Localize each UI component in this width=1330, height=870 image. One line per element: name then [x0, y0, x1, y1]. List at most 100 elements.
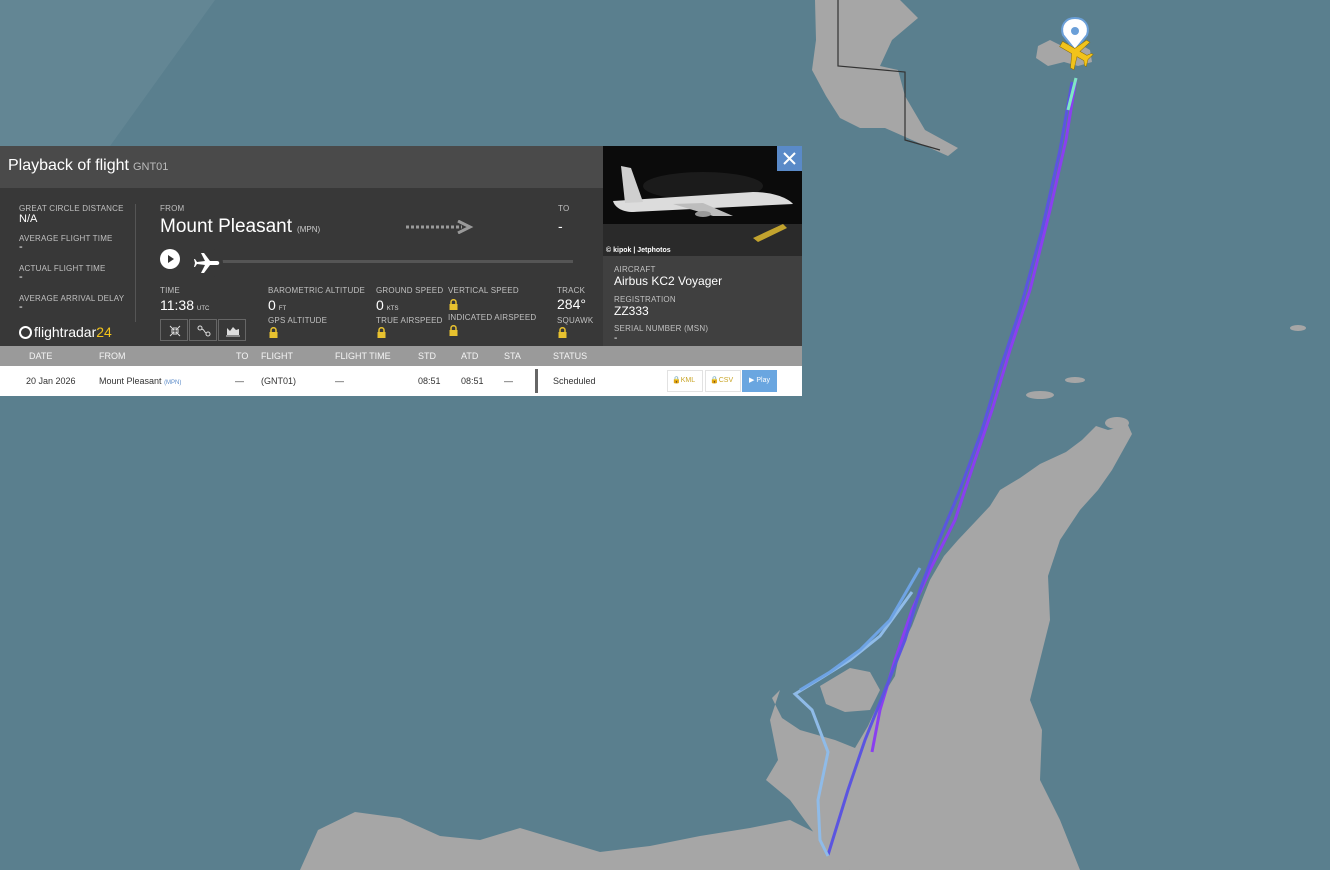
- chart-button[interactable]: [218, 319, 246, 341]
- flight-code: GNT01: [132, 161, 169, 173]
- from-airport-code: (MPN): [297, 225, 321, 234]
- serial-label: SERIAL NUMBER (MSN): [614, 324, 709, 333]
- header-date: DATE: [29, 351, 53, 361]
- info-divider: [135, 204, 136, 322]
- compress-button[interactable]: [160, 319, 188, 341]
- aircraft-label: AIRCRAFT: [614, 265, 656, 274]
- ground-speed-value: 0 KTS: [376, 297, 398, 313]
- row-from-code: (MPN): [164, 380, 182, 386]
- header-flight-time: FLIGHT TIME: [335, 351, 391, 361]
- to-label: TO: [558, 204, 570, 213]
- playback-panel: Playback of flight GNT01 GREAT CIRCLE DIS…: [0, 146, 802, 396]
- baro-alt-value: 0 FT: [268, 297, 286, 313]
- lock-icon: [269, 327, 278, 338]
- row-flight-time: —: [335, 376, 344, 386]
- squawk-label: SQUAWK: [557, 316, 594, 325]
- map-island: [1026, 391, 1054, 399]
- baro-alt-unit: FT: [278, 306, 287, 312]
- compress-icon: [169, 325, 181, 337]
- plane-icon: [194, 253, 220, 273]
- row-atd: 08:51: [461, 376, 484, 386]
- close-button[interactable]: [777, 146, 802, 171]
- header-std: STD: [418, 351, 436, 361]
- header-status: STATUS: [553, 351, 588, 361]
- row-from[interactable]: Mount Pleasant (MPN): [99, 376, 181, 386]
- lock-icon: 🔒: [710, 377, 719, 384]
- registration-value: ZZ333: [614, 304, 649, 318]
- route-button[interactable]: [189, 319, 217, 341]
- flightradar24-logo[interactable]: flightradar24: [19, 324, 112, 340]
- gps-alt-label: GPS ALTITUDE: [268, 316, 328, 325]
- track-value: 284°: [557, 296, 586, 312]
- aircraft-card: © kipok | Jetphotos AIRCRAFT Airbus KC2 …: [603, 146, 802, 346]
- row-to: —: [235, 376, 244, 386]
- header-atd: ATD: [461, 351, 479, 361]
- actual-flight-time-value: -: [19, 271, 23, 283]
- aircraft-photo-image: [603, 146, 802, 256]
- average-flight-time-label: AVERAGE FLIGHT TIME: [19, 234, 113, 243]
- close-icon: [783, 152, 796, 165]
- aircraft-photo[interactable]: © kipok | Jetphotos: [603, 146, 802, 256]
- row-sta: —: [504, 376, 513, 386]
- indicated-airspeed-label: INDICATED AIRSPEED: [448, 313, 537, 322]
- serial-value: -: [614, 333, 618, 344]
- row-std: 08:51: [418, 376, 441, 386]
- map-island: [1065, 377, 1085, 383]
- lock-icon: [449, 299, 458, 310]
- play-icon: [168, 255, 174, 263]
- row-from-name: Mount Pleasant: [99, 376, 162, 386]
- header-to: TO: [236, 351, 249, 361]
- from-label: FROM: [160, 204, 185, 213]
- great-circle-distance-value: N/A: [19, 213, 38, 225]
- kml-label: KML: [680, 377, 696, 384]
- vertical-speed-label: VERTICAL SPEED: [448, 286, 519, 295]
- average-arrival-delay-value: -: [19, 301, 23, 313]
- chart-icon: [226, 327, 240, 337]
- timeline-handle[interactable]: [193, 248, 223, 278]
- lock-icon: [449, 325, 458, 336]
- header-from: FROM: [99, 351, 126, 361]
- kml-button[interactable]: 🔒KML: [667, 370, 703, 392]
- baro-alt-number: 0: [268, 297, 276, 313]
- average-flight-time-value: -: [19, 241, 23, 253]
- row-status: Scheduled: [553, 376, 596, 386]
- play-row-button[interactable]: ▶ Play: [742, 370, 777, 392]
- csv-label: CSV: [718, 377, 734, 384]
- actual-flight-time-label: ACTUAL FLIGHT TIME: [19, 264, 106, 273]
- playback-titlebar: Playback of flight GNT01: [0, 146, 603, 188]
- ground-speed-label: GROUND SPEED: [376, 286, 444, 295]
- flight-info: GREAT CIRCLE DISTANCE N/A AVERAGE FLIGHT…: [0, 188, 603, 346]
- csv-button[interactable]: 🔒CSV: [705, 370, 741, 392]
- lock-icon: [558, 327, 567, 338]
- flight-table-header: DATE FROM TO FLIGHT FLIGHT TIME STD ATD …: [0, 346, 802, 366]
- time-value: 11:38 UTC: [160, 297, 209, 313]
- time-unit: UTC: [197, 306, 210, 312]
- true-airspeed-label: TRUE AIRSPEED: [376, 316, 443, 325]
- photo-credit: © kipok | Jetphotos: [606, 247, 671, 254]
- timeline-track[interactable]: [210, 260, 573, 263]
- logo-suffix: 24: [96, 324, 112, 340]
- ground-speed-unit: KTS: [386, 306, 399, 312]
- ground-speed-number: 0: [376, 297, 384, 313]
- header-sta: STA: [504, 351, 521, 361]
- to-value: -: [558, 218, 563, 234]
- play-label: Play: [756, 377, 770, 384]
- map-canvas[interactable]: [0, 0, 1330, 870]
- track-label: TRACK: [557, 286, 586, 295]
- lock-icon: 🔒: [672, 377, 681, 384]
- playback-title: Playback of flight GNT01: [8, 157, 168, 175]
- map-island: [1290, 325, 1306, 331]
- average-arrival-delay-label: AVERAGE ARRIVAL DELAY: [19, 294, 125, 303]
- from-airport: Mount Pleasant (MPN): [160, 216, 320, 238]
- row-flight: (GNT01): [261, 376, 297, 386]
- from-airport-name: Mount Pleasant: [160, 216, 293, 237]
- lock-icon: [377, 327, 386, 338]
- baro-alt-label: BAROMETRIC ALTITUDE: [268, 286, 365, 295]
- play-button[interactable]: [160, 249, 180, 269]
- row-date: 20 Jan 2026: [26, 376, 76, 386]
- logo-text: flightradar: [34, 324, 97, 340]
- title-text: Playback of flight: [8, 157, 129, 174]
- arrow-right-icon: [406, 220, 474, 234]
- time-number: 11:38: [160, 297, 194, 313]
- table-row[interactable]: 20 Jan 2026 Mount Pleasant (MPN) — (GNT0…: [0, 366, 802, 396]
